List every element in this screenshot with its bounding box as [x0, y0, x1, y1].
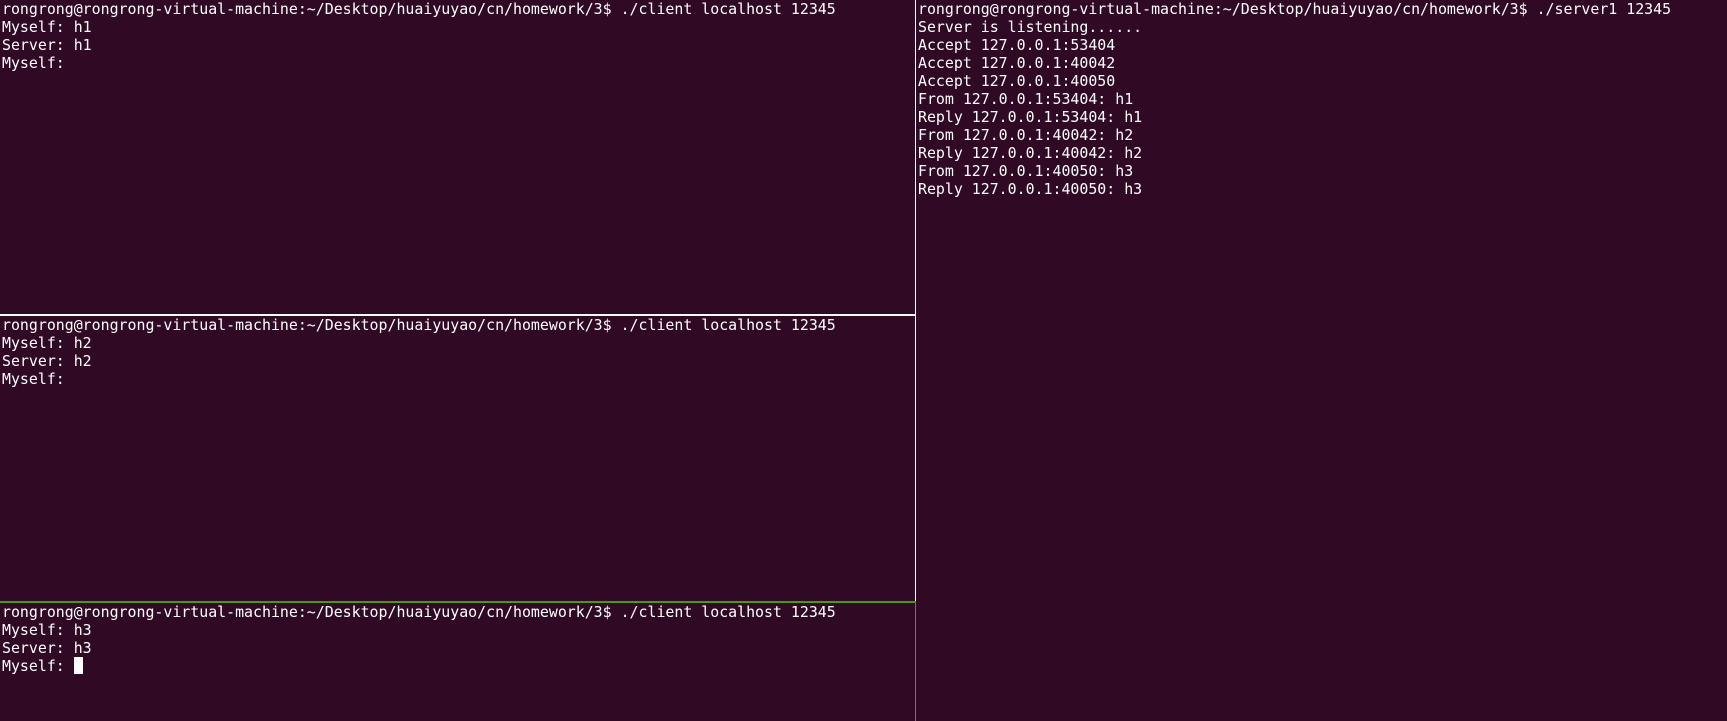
client-terminal-pane-2[interactable]: rongrong@rongrong-virtual-machine:~/Desk… — [0, 316, 915, 601]
log-line: From 127.0.0.1:40042: h2 — [918, 126, 1134, 144]
block-cursor-icon — [73, 657, 83, 674]
pane-divider-horizontal-active[interactable] — [0, 601, 915, 603]
log-line: Accept 127.0.0.1:53404 — [918, 36, 1116, 54]
server-line: Server: h2 — [2, 352, 92, 370]
terminal-output: rongrong@rongrong-virtual-machine:~/Desk… — [2, 603, 836, 675]
myself-input-label: Myself: — [2, 657, 74, 675]
server-terminal-pane[interactable]: rongrong@rongrong-virtual-machine:~/Desk… — [916, 0, 1727, 721]
terminal-window: rongrong@rongrong-virtual-machine:~/Desk… — [0, 0, 1727, 721]
pane-divider-vertical-active[interactable] — [915, 601, 916, 721]
log-line: From 127.0.0.1:53404: h1 — [918, 90, 1134, 108]
log-line: Accept 127.0.0.1:40050 — [918, 72, 1116, 90]
myself-line: Myself: h3 — [2, 621, 92, 639]
terminal-output: rongrong@rongrong-virtual-machine:~/Desk… — [2, 0, 836, 72]
prompt-line: rongrong@rongrong-virtual-machine:~/Desk… — [2, 0, 836, 18]
log-line: Reply 127.0.0.1:53404: h1 — [918, 108, 1143, 126]
server-line: Server: h3 — [2, 639, 92, 657]
server-line: Server: h1 — [2, 36, 92, 54]
pane-divider-horizontal[interactable] — [0, 314, 915, 316]
prompt-line: rongrong@rongrong-virtual-machine:~/Desk… — [2, 603, 836, 621]
prompt-line: rongrong@rongrong-virtual-machine:~/Desk… — [2, 316, 836, 334]
log-line: From 127.0.0.1:40050: h3 — [918, 162, 1134, 180]
log-line: Reply 127.0.0.1:40042: h2 — [918, 144, 1143, 162]
myself-input-line: Myself: — [2, 54, 65, 72]
myself-input-line[interactable]: Myself: — [2, 657, 836, 675]
log-line: Accept 127.0.0.1:40042 — [918, 54, 1116, 72]
client-terminal-pane-3[interactable]: rongrong@rongrong-virtual-machine:~/Desk… — [0, 603, 915, 721]
terminal-output: rongrong@rongrong-virtual-machine:~/Desk… — [2, 316, 836, 388]
log-line: Reply 127.0.0.1:40050: h3 — [918, 180, 1143, 198]
prompt-line: rongrong@rongrong-virtual-machine:~/Desk… — [918, 0, 1672, 18]
myself-line: Myself: h2 — [2, 334, 92, 352]
log-line: Server is listening...... — [918, 18, 1143, 36]
client-terminal-pane-1[interactable]: rongrong@rongrong-virtual-machine:~/Desk… — [0, 0, 915, 314]
myself-line: Myself: h1 — [2, 18, 92, 36]
myself-input-line: Myself: — [2, 370, 65, 388]
terminal-output: rongrong@rongrong-virtual-machine:~/Desk… — [918, 0, 1671, 198]
